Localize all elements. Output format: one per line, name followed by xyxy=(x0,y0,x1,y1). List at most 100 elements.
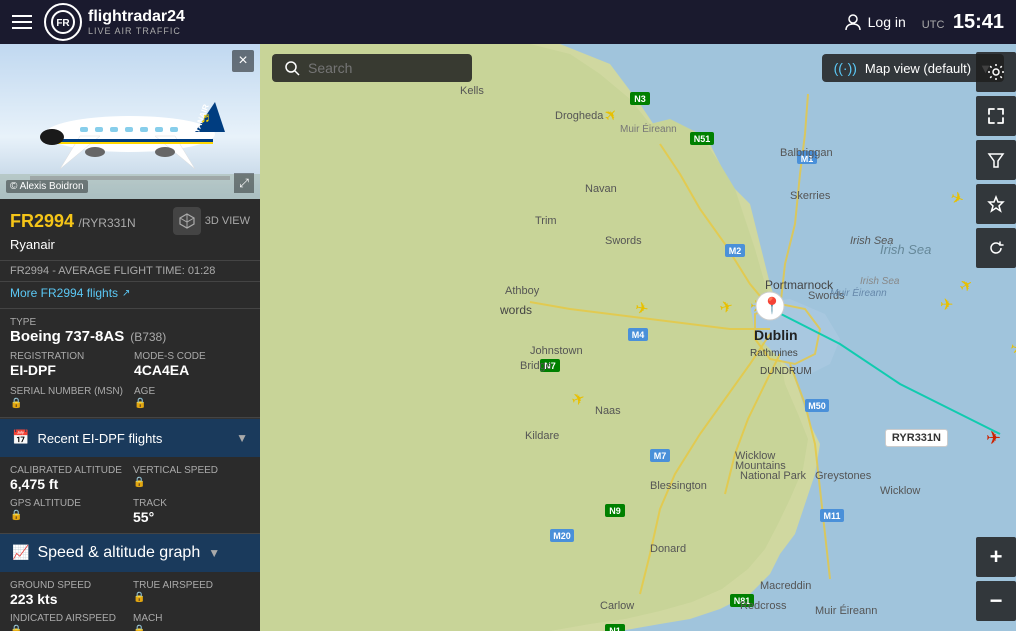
flight-registration: /RYR331N xyxy=(79,216,136,230)
right-panel: + − xyxy=(976,44,1016,631)
type-code: (B738) xyxy=(130,330,166,344)
average-flight-time: FR2994 - AVERAGE FLIGHT TIME: 01:28 xyxy=(0,261,260,282)
altitude-item: CALIBRATED ALTITUDE 6,475 ft xyxy=(10,465,127,492)
search-input[interactable] xyxy=(308,60,448,76)
speed-altitude-accordion[interactable]: Speed & altitude graph ▼ xyxy=(0,534,260,572)
svg-text:M2: M2 xyxy=(729,246,742,256)
photo-credit: © Alexis Boidron xyxy=(6,180,88,193)
filter-icon xyxy=(987,151,1005,169)
nav-right: Log in UTC 15:41 xyxy=(844,11,1004,34)
svg-text:Muir Éireann: Muir Éireann xyxy=(620,122,677,135)
recent-flights-label: Recent EI-DPF flights xyxy=(37,431,228,446)
logo-text: flightradar24 xyxy=(88,8,185,26)
aircraft-type: Boeing 737-8AS xyxy=(10,328,124,345)
filter-button[interactable] xyxy=(976,140,1016,180)
favorites-button[interactable] xyxy=(976,184,1016,224)
svg-text:Irish Sea: Irish Sea xyxy=(860,276,900,287)
mach-lock-icon xyxy=(133,624,145,631)
mach-item: MACH xyxy=(133,613,250,631)
recent-flights-accordion[interactable]: Recent EI-DPF flights ▼ xyxy=(0,418,260,457)
calendar-icon xyxy=(12,429,29,447)
svg-text:National Park: National Park xyxy=(740,470,807,482)
logo: FR flightradar24 LIVE AIR TRAFFIC xyxy=(44,3,185,41)
search-box[interactable] xyxy=(272,54,472,82)
svg-text:Balbriggan: Balbriggan xyxy=(780,147,833,159)
zoom-in-button[interactable]: + xyxy=(976,537,1016,577)
logo-circle: FR xyxy=(44,3,82,41)
svg-text:FR: FR xyxy=(56,18,70,29)
modes-item: MODE-S CODE 4CA4EA xyxy=(134,351,250,378)
svg-text:Wicklow: Wicklow xyxy=(880,485,920,497)
svg-text:Johnstown: Johnstown xyxy=(530,345,583,357)
refresh-button[interactable] xyxy=(976,228,1016,268)
map-top-bar: ((·)) Map view (default) ▼ xyxy=(260,54,1016,82)
svg-text:📍: 📍 xyxy=(762,296,782,315)
utc-clock: UTC 15:41 xyxy=(922,11,1004,34)
svg-text:Carlow: Carlow xyxy=(600,600,634,612)
map-view-label: Map view (default) xyxy=(865,61,971,76)
star-icon xyxy=(987,195,1005,213)
left-panel: RYANAIR ♬ × © Alexis Boidron ⤢ FR2994 /R… xyxy=(0,44,260,631)
aircraft-image: RYANAIR ♬ × © Alexis Boidron ⤢ xyxy=(0,44,260,199)
age-item: AGE xyxy=(134,386,250,409)
svg-text:Irish Sea: Irish Sea xyxy=(880,242,931,257)
svg-text:M7: M7 xyxy=(654,451,667,461)
svg-text:Athboy: Athboy xyxy=(505,285,540,297)
svg-text:✈: ✈ xyxy=(940,297,953,314)
indicated-airspeed-item: INDICATED AIRSPEED xyxy=(10,613,127,631)
3d-view-icon xyxy=(173,207,201,235)
age-lock-icon xyxy=(134,397,146,409)
svg-text:Kildare: Kildare xyxy=(525,430,559,442)
svg-text:Naas: Naas xyxy=(595,405,621,417)
view-3d-button[interactable]: 3D VIEW xyxy=(173,207,250,235)
hamburger-menu[interactable] xyxy=(12,15,32,29)
zoom-out-button[interactable]: − xyxy=(976,581,1016,621)
main-content: RYANAIR ♬ × © Alexis Boidron ⤢ FR2994 /R… xyxy=(0,44,1016,631)
svg-text:Rathmines: Rathmines xyxy=(750,348,798,359)
external-link-icon: ↗ xyxy=(122,288,130,299)
svg-text:Greystones: Greystones xyxy=(815,470,872,482)
svg-text:N51: N51 xyxy=(694,134,711,144)
svg-text:Bridge: Bridge xyxy=(520,360,552,372)
svg-text:DUNDRUM: DUNDRUM xyxy=(760,366,812,377)
flight-number: FR2994 xyxy=(10,211,74,231)
svg-text:M50: M50 xyxy=(808,401,826,411)
svg-text:M20: M20 xyxy=(553,531,571,541)
expand-image-button[interactable]: ⤢ xyxy=(234,173,254,193)
fullscreen-button[interactable] xyxy=(976,96,1016,136)
speed-graph-chevron: ▼ xyxy=(208,546,220,560)
more-flights-link[interactable]: More FR2994 flights ↗ xyxy=(0,282,260,309)
svg-text:N3: N3 xyxy=(634,94,646,104)
right-panel-top-buttons xyxy=(976,52,1016,270)
svg-text:Muir Éireann: Muir Éireann xyxy=(815,604,877,617)
svg-text:Trim: Trim xyxy=(535,215,557,227)
serial-item: SERIAL NUMBER (MSN) xyxy=(10,386,126,409)
flight-id-row: FR2994 /RYR331N 3D VIEW xyxy=(10,207,250,235)
svg-text:M11: M11 xyxy=(823,511,840,521)
svg-text:Blessington: Blessington xyxy=(650,480,707,492)
true-airspeed-item: TRUE AIRSPEED xyxy=(133,580,250,607)
login-button[interactable]: Log in xyxy=(844,13,906,31)
radar-signal-icon: ((·)) xyxy=(834,60,857,76)
gps-alt-lock-icon xyxy=(10,509,22,521)
svg-text:Navan: Navan xyxy=(585,183,617,195)
expand-icon xyxy=(987,107,1005,125)
settings-button[interactable] xyxy=(976,52,1016,92)
speed-graph-label: Speed & altitude graph xyxy=(37,544,200,562)
speed-grid: GROUND SPEED 223 kts TRUE AIRSPEED INDIC… xyxy=(10,580,250,631)
close-panel-button[interactable]: × xyxy=(232,50,254,72)
speed-data-section: GROUND SPEED 223 kts TRUE AIRSPEED INDIC… xyxy=(0,572,260,631)
map-area[interactable]: M1 M50 N51 N3 M2 M4 M7 xyxy=(260,44,1016,631)
indicated-airspeed-lock-icon xyxy=(10,624,22,631)
registration-item: REGISTRATION EI-DPF xyxy=(10,351,126,378)
recent-flights-chevron: ▼ xyxy=(236,431,248,445)
svg-text:Redcross: Redcross xyxy=(740,600,787,612)
type-label: TYPE xyxy=(10,317,250,328)
vspeed-item: VERTICAL SPEED xyxy=(133,465,250,492)
top-navigation: FR flightradar24 LIVE AIR TRAFFIC Log in… xyxy=(0,0,1016,44)
svg-text:N9: N9 xyxy=(609,506,621,516)
flight-id: FR2994 /RYR331N xyxy=(10,211,136,232)
svg-text:Skerries: Skerries xyxy=(790,190,831,202)
search-icon xyxy=(284,60,300,76)
svg-text:Macreddin: Macreddin xyxy=(760,580,811,592)
